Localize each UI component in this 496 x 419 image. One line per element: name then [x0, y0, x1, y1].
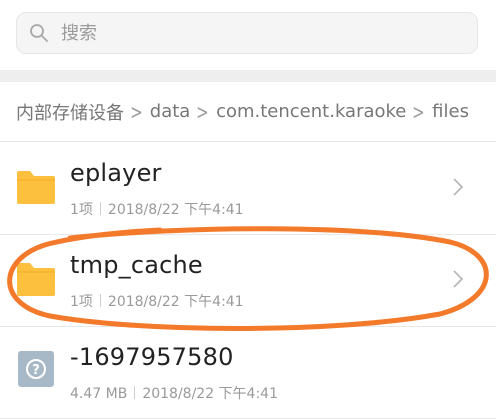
search-area [0, 0, 496, 70]
list-item-tmp-cache[interactable]: tmp_cache 1项 2018/8/22 下午4:41 [0, 235, 496, 327]
file-name: tmp_cache [70, 251, 203, 279]
modified-date: 2018/8/22 下午4:41 [107, 294, 244, 310]
meta-divider [99, 294, 101, 307]
folder-icon [17, 171, 55, 204]
breadcrumb-item-package[interactable]: com.tencent.karaoke [216, 101, 406, 122]
file-meta: 4.47 MB 2018/8/22 下午4:41 [70, 383, 278, 403]
breadcrumb-item-files[interactable]: files [432, 101, 469, 122]
breadcrumb: 内部存储设备 > data > com.tencent.karaoke > fi… [0, 82, 496, 142]
file-name: -1697957580 [70, 343, 234, 371]
modified-date: 2018/8/22 下午4:41 [107, 202, 244, 218]
breadcrumb-separator: > [130, 99, 143, 124]
item-count: 1项 [70, 202, 93, 218]
section-divider-band [0, 70, 496, 82]
file-meta: 1项 2018/8/22 下午4:41 [70, 199, 244, 219]
folder-icon [17, 263, 55, 296]
meta-divider [134, 386, 136, 399]
file-meta: 1项 2018/8/22 下午4:41 [70, 291, 244, 311]
chevron-right-icon [453, 270, 464, 288]
search-box[interactable] [16, 12, 478, 54]
file-list: eplayer 1项 2018/8/22 下午4:41 tmp_cache 1项 2… [0, 143, 496, 419]
breadcrumb-item-data[interactable]: data [150, 101, 191, 122]
list-item-eplayer[interactable]: eplayer 1项 2018/8/22 下午4:41 [0, 143, 496, 235]
svg-text:?: ? [32, 363, 40, 378]
breadcrumb-item-internal-storage[interactable]: 内部存储设备 [16, 99, 124, 125]
list-item-unknown-file[interactable]: ? -1697957580 4.47 MB 2018/8/22 下午4:41 [0, 327, 496, 419]
file-name: eplayer [70, 159, 162, 187]
search-icon [30, 24, 48, 42]
file-size: 4.47 MB [70, 386, 128, 402]
breadcrumb-separator: > [196, 99, 209, 124]
unknown-file-icon: ? [18, 351, 54, 387]
item-count: 1项 [70, 294, 93, 310]
chevron-right-icon [453, 178, 464, 196]
search-input[interactable] [61, 13, 461, 53]
breadcrumb-separator: > [412, 99, 426, 124]
meta-divider [99, 202, 101, 215]
modified-date: 2018/8/22 下午4:41 [142, 386, 278, 402]
